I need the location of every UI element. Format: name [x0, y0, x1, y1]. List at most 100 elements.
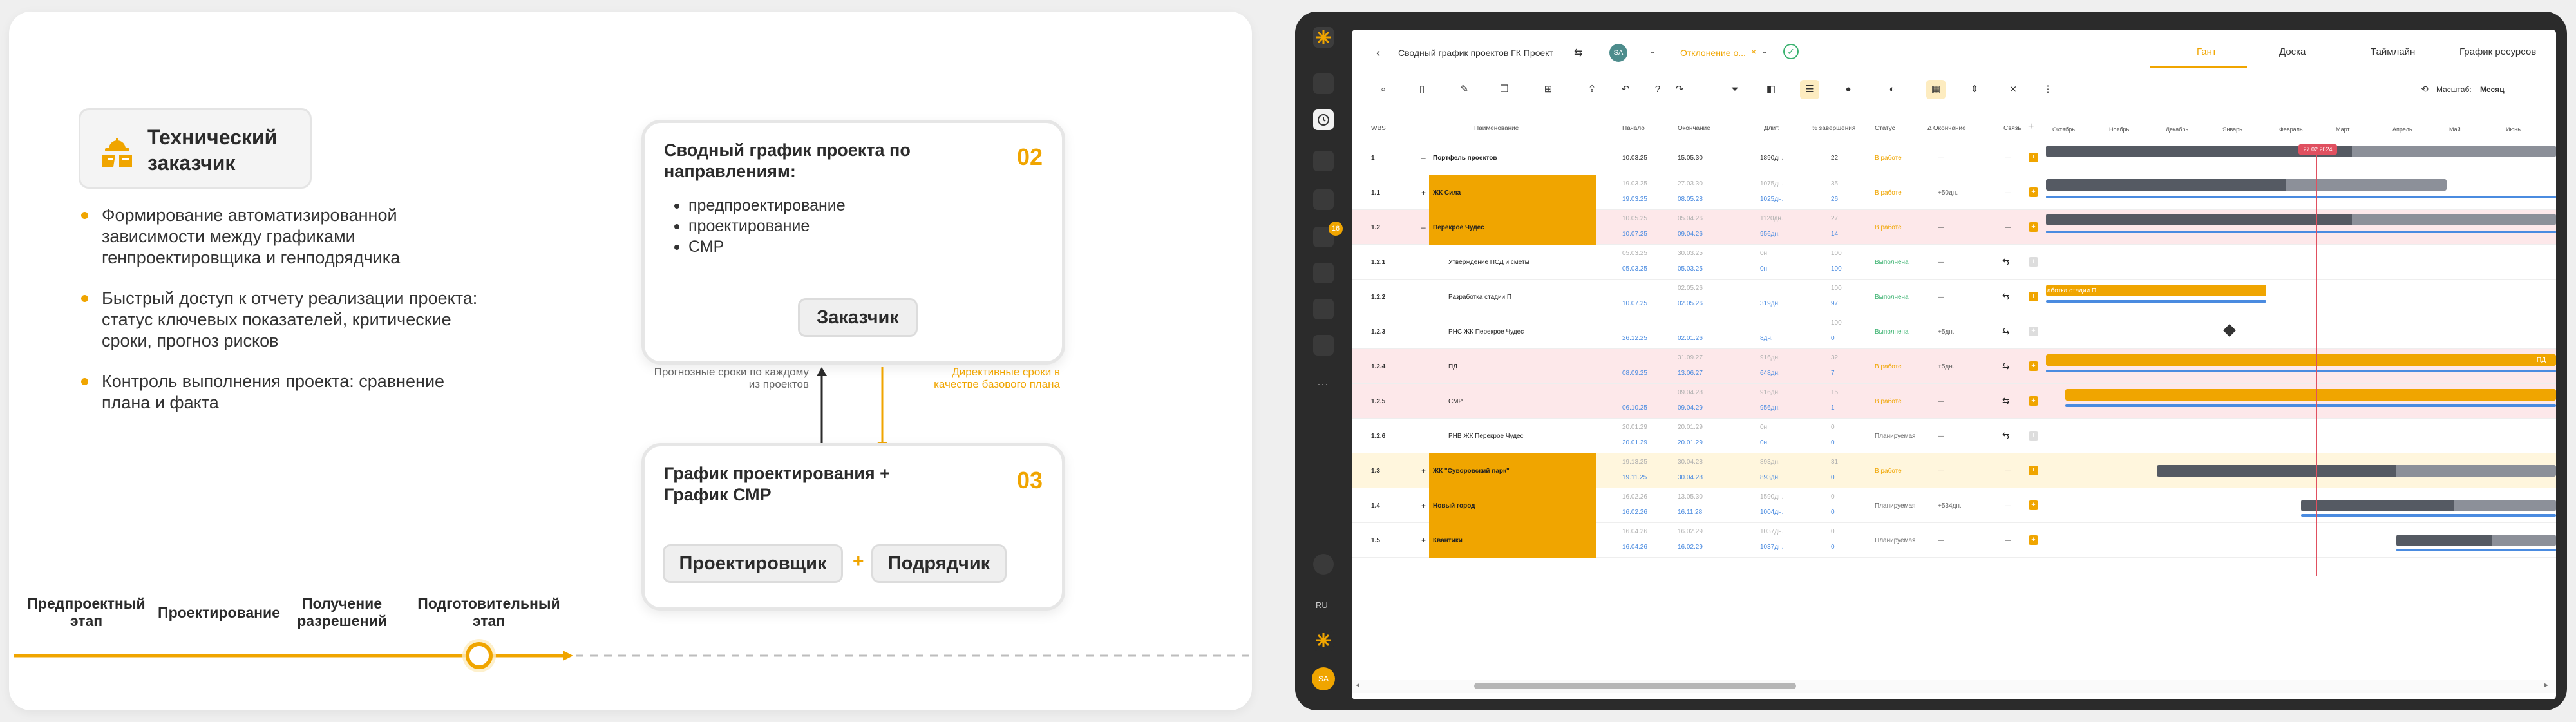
col-start[interactable]: Начало — [1622, 125, 1645, 132]
resize-icon[interactable]: ⇕ — [1965, 80, 1984, 99]
scrollbar-thumb[interactable] — [1474, 683, 1796, 689]
gantt-bar[interactable] — [2065, 404, 2556, 407]
gantt-bar[interactable] — [2046, 196, 2556, 198]
gantt-bar[interactable] — [2065, 389, 2556, 401]
row-add-icon[interactable]: + — [2029, 431, 2038, 441]
building-icon[interactable] — [1313, 299, 1334, 319]
row-add-icon[interactable]: + — [2029, 466, 2038, 475]
table-row[interactable]: 1.5 + Квантики 16.04.26 16.02.29 1037дн. 0 16.0… — [1352, 523, 2556, 558]
col-name[interactable]: Наименование — [1474, 125, 1519, 132]
row-add-icon[interactable]: + — [2029, 327, 2038, 336]
copy-icon[interactable]: ❐ — [1495, 80, 1514, 99]
add-icon[interactable]: ⊞ — [1539, 80, 1558, 99]
row-add-icon[interactable]: + — [2029, 292, 2038, 301]
row-add-icon[interactable]: + — [2029, 535, 2038, 545]
add-column-icon[interactable]: + — [2028, 121, 2034, 133]
close-icon[interactable]: × — [1751, 46, 1756, 57]
expand-toggle-icon[interactable]: + — [1421, 188, 1426, 197]
expand-toggle-icon[interactable]: – — [1421, 153, 1426, 162]
edit-icon[interactable]: ✎ — [1455, 80, 1474, 99]
col-end[interactable]: Окончание — [1678, 125, 1710, 132]
check-icon[interactable]: ✓ — [1783, 44, 1799, 59]
highlight-icon[interactable]: ◧ — [1761, 80, 1781, 99]
gantt-bar[interactable] — [2301, 514, 2556, 517]
scroll-right-icon[interactable]: ▸ — [2544, 680, 2548, 689]
expand-toggle-icon[interactable]: – — [1421, 223, 1426, 232]
document-icon[interactable] — [1313, 151, 1334, 171]
language-switch[interactable]: RU — [1316, 600, 1328, 610]
gantt-bar[interactable] — [2046, 354, 2556, 366]
link-icon[interactable]: ⇆ — [2002, 430, 2010, 441]
table-row[interactable]: 1.2.6 РНВ ЖК Перекрое Чудес 20.01.29 20.01.… — [1352, 419, 2556, 453]
scroll-left-icon[interactable]: ◂ — [1356, 680, 1359, 689]
gantt-bar[interactable] — [2046, 214, 2556, 225]
gantt-bar[interactable] — [2396, 549, 2556, 551]
gantt-bar[interactable] — [2046, 300, 2266, 303]
gantt-bar[interactable] — [2046, 231, 2556, 233]
row-add-icon[interactable]: + — [2029, 222, 2038, 232]
help-icon[interactable]: ? — [1648, 80, 1667, 99]
expand-toggle-icon[interactable]: + — [1421, 501, 1426, 510]
file-icon[interactable] — [1313, 189, 1334, 210]
user-avatar[interactable]: SA — [1609, 44, 1627, 62]
scale-select[interactable]: Месяц — [2480, 85, 2505, 94]
search-icon[interactable]: ⌕ — [1374, 80, 1393, 99]
export-icon[interactable]: ⇪ — [1582, 80, 1602, 99]
gantt-bar[interactable] — [2046, 179, 2447, 191]
baseline-icon[interactable]: ◐ — [1882, 80, 1902, 99]
tab-gantt[interactable]: Гант — [2197, 46, 2217, 57]
redo-icon[interactable]: ↷ — [1670, 80, 1689, 99]
more-icon[interactable]: ··· — [1317, 377, 1329, 391]
undo-icon[interactable]: ↶ — [1616, 80, 1635, 99]
tab-timeline[interactable]: Таймлайн — [2371, 46, 2415, 57]
link-icon[interactable]: ⇆ — [2002, 256, 2010, 267]
row-add-icon[interactable]: + — [2029, 500, 2038, 510]
chart-icon[interactable] — [1313, 335, 1334, 356]
deviation-filter[interactable]: Отклонение о... — [1680, 48, 1746, 58]
col-link[interactable]: Связь — [2003, 125, 2022, 132]
chevron-down-icon[interactable]: ⌄ — [1761, 46, 1768, 55]
link-icon[interactable]: ⇆ — [2002, 326, 2010, 337]
gantt-bar[interactable] — [2157, 465, 2556, 477]
people-icon[interactable] — [1313, 263, 1334, 283]
history-icon[interactable]: ⟲ — [2421, 84, 2429, 95]
col-status[interactable]: Статус — [1875, 125, 1895, 132]
expand-toggle-icon[interactable]: + — [1421, 466, 1426, 475]
expand-toggle-icon[interactable]: + — [1421, 536, 1426, 545]
col-delta-end[interactable]: Δ Окончание — [1927, 125, 1966, 132]
table-row[interactable]: 1.2.1 Утверждение ПСД и сметы 05.03.25 30.0… — [1352, 245, 2556, 280]
link-icon[interactable]: ⇆ — [2002, 361, 2010, 372]
video-icon[interactable] — [1313, 73, 1334, 94]
gantt-bar[interactable] — [2396, 535, 2556, 546]
row-add-icon[interactable]: + — [2029, 361, 2038, 371]
back-icon[interactable]: ‹ — [1376, 46, 1380, 60]
col-progress[interactable]: % завершения — [1812, 125, 1855, 132]
clock-icon[interactable] — [1313, 109, 1334, 130]
table-icon[interactable]: ▦ — [1926, 80, 1946, 99]
tab-resources[interactable]: График ресурсов — [2459, 46, 2536, 57]
gantt-bar[interactable] — [2046, 370, 2556, 372]
gantt-bar[interactable] — [2301, 500, 2556, 511]
filter-icon[interactable]: ⏷ — [1725, 80, 1745, 99]
user-avatar[interactable]: SA — [1312, 667, 1335, 690]
link-icon[interactable]: ⇆ — [2002, 291, 2010, 302]
row-add-icon[interactable]: + — [2029, 396, 2038, 406]
col-wbs[interactable]: WBS — [1371, 125, 1386, 132]
link-icon[interactable]: ⇆ — [2002, 395, 2010, 406]
collapse-icon[interactable]: ⨯ — [2003, 80, 2023, 99]
info-icon[interactable]: ● — [1839, 80, 1858, 99]
row-add-icon[interactable]: + — [2029, 153, 2038, 162]
gantt-view-icon[interactable]: ☰ — [1800, 80, 1819, 99]
chevron-down-icon[interactable]: ⌄ — [1649, 46, 1656, 55]
row-add-icon[interactable]: + — [2029, 187, 2038, 197]
col-duration[interactable]: Длит. — [1764, 125, 1779, 132]
help-icon[interactable] — [1313, 554, 1334, 575]
swap-icon[interactable]: ⇆ — [1574, 46, 1582, 59]
row-add-icon[interactable]: + — [2029, 257, 2038, 267]
table-row[interactable]: 1.2.3 РНС ЖК Перекрое Чудес 100 26.12.25 02.… — [1352, 314, 2556, 349]
clipboard-icon[interactable]: ▯ — [1412, 80, 1432, 99]
tab-board[interactable]: Доска — [2279, 46, 2306, 57]
more-icon[interactable]: ⋮ — [2038, 80, 2058, 99]
logo-icon[interactable] — [1313, 27, 1334, 48]
table-row[interactable]: 1.2.2 Разработка стадии П 02.05.26 100 10.07… — [1352, 280, 2556, 314]
